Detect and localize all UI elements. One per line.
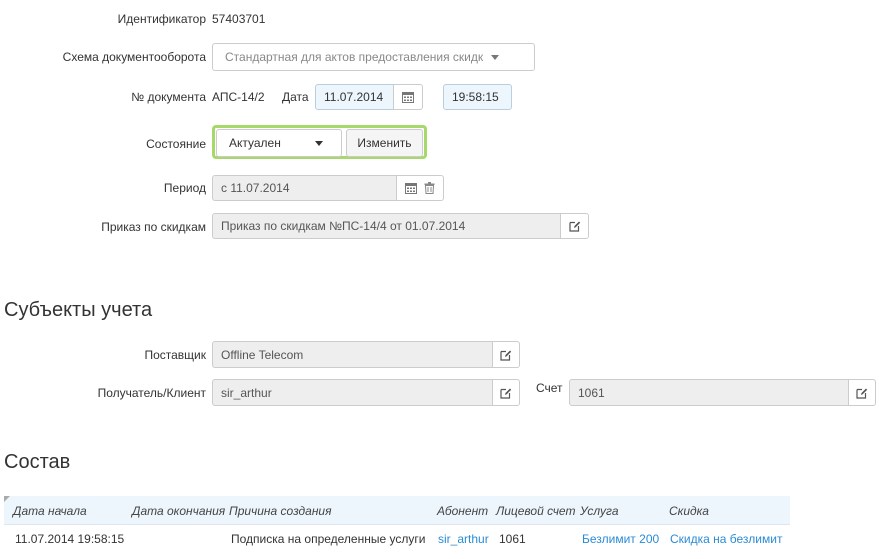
time-input[interactable]: 19:58:15 [443,84,512,110]
edit-icon [500,349,512,361]
col-header-account[interactable]: Лицевой счет [496,504,575,518]
edit-account-button[interactable] [848,379,876,406]
identifier-value: 57403701 [212,12,266,26]
resize-corner-icon [4,496,10,502]
state-dropdown-value: Актуален [229,136,281,150]
discount-order-input[interactable]: Приказ по скидкам №ПС-14/4 от 01.07.2014 [212,213,561,239]
discount-order-label: Приказ по скидкам [101,220,206,234]
state-label: Состояние [146,137,206,151]
composition-heading: Состав [4,451,71,473]
identifier-label: Идентификатор [117,12,206,26]
supplier-input[interactable]: Offline Telecom [212,341,493,368]
client-label: Получатель/Клиент [97,386,206,400]
cell-reason: Подписка на определенные услуги [231,532,426,546]
edit-client-button[interactable] [492,379,520,406]
cell-service-link[interactable]: Безлимит 200 [582,532,659,546]
workflow-select-value: Стандартная для актов предоставления ски… [225,50,484,64]
edit-supplier-button[interactable] [492,341,520,368]
col-header-end-date[interactable]: Дата окончания [132,504,225,518]
edit-icon [568,220,581,232]
period-label: Период [163,181,206,195]
date-label: Дата [282,90,309,104]
period-input[interactable]: с 11.07.2014 [212,175,397,201]
col-header-start-date[interactable]: Дата начала [13,504,87,518]
trash-icon[interactable] [424,182,435,194]
chevron-down-icon [491,54,500,60]
calendar-icon [402,91,414,103]
doc-number-value: АПС-14/2 [212,90,265,104]
workflow-select[interactable]: Стандартная для актов предоставления ски… [212,43,535,71]
cell-discount-link[interactable]: Скидка на безлимит [670,532,782,546]
edit-icon [856,387,868,399]
client-input[interactable]: sir_arthur [212,379,493,406]
supplier-label: Поставщик [144,348,206,362]
col-header-discount[interactable]: Скидка [669,504,709,518]
col-header-subscriber[interactable]: Абонент [437,504,488,518]
col-header-service[interactable]: Услуга [580,504,619,518]
account-label: Счет [536,381,563,395]
doc-number-label: № документа [131,90,206,104]
period-actions [396,175,444,201]
date-input[interactable]: 11.07.2014 [315,84,394,110]
col-header-reason[interactable]: Причина создания [229,504,332,518]
edit-icon [500,387,512,399]
workflow-label: Схема документооборота [62,50,206,64]
state-dropdown[interactable]: Актуален [216,129,342,157]
cell-account: 1061 [499,532,526,546]
edit-discount-order-button[interactable] [560,213,589,239]
change-state-button[interactable]: Изменить [346,129,423,157]
cell-subscriber-link[interactable]: sir_arthur [438,532,489,546]
date-picker-button[interactable] [393,84,423,110]
calendar-icon[interactable] [404,182,417,194]
chevron-down-icon [314,140,323,146]
cell-start-date: 11.07.2014 19:58:15 [15,532,125,546]
account-input[interactable]: 1061 [569,379,849,406]
subjects-heading: Субъекты учета [4,299,153,321]
